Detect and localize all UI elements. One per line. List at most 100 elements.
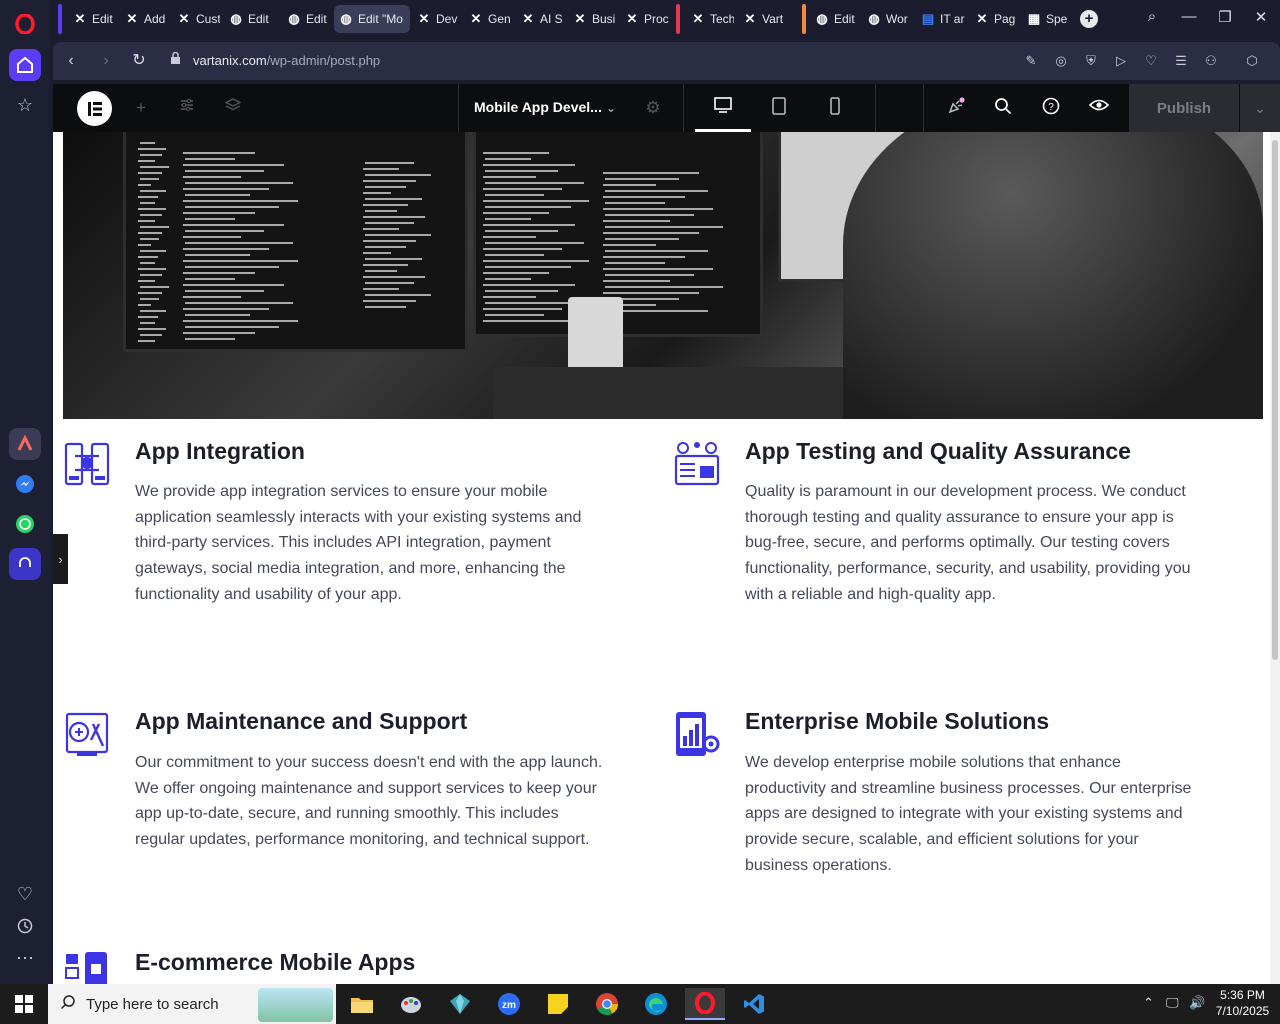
send-icon[interactable]: ▷ bbox=[1112, 52, 1130, 70]
code-line bbox=[483, 152, 549, 154]
adblock-shield-icon[interactable]: ⛨ bbox=[1082, 52, 1100, 70]
code-line bbox=[603, 268, 714, 270]
history-icon[interactable] bbox=[9, 910, 41, 942]
messenger-icon[interactable] bbox=[9, 468, 41, 500]
sticky-notes-icon[interactable] bbox=[538, 988, 578, 1020]
edit-page-icon[interactable]: ✎ bbox=[1022, 52, 1040, 70]
more-icon[interactable]: ⋯ bbox=[9, 942, 41, 974]
vscode-icon[interactable] bbox=[734, 988, 774, 1020]
publish-button[interactable]: Publish bbox=[1129, 84, 1239, 132]
browser-tab[interactable]: ▤ IT ar bbox=[916, 5, 966, 33]
globe-icon: ◍ bbox=[340, 11, 352, 26]
person-silhouette bbox=[843, 132, 1263, 419]
volume-icon[interactable]: 🔊 bbox=[1189, 995, 1205, 1011]
mobile-view-icon[interactable] bbox=[824, 97, 846, 119]
browser-tab[interactable]: ◍ Edit bbox=[224, 5, 276, 33]
browser-tab[interactable]: ✕ Cust bbox=[172, 5, 220, 33]
preview-eye-icon[interactable] bbox=[1088, 97, 1110, 119]
favorite-heart-icon[interactable]: ♡ bbox=[1142, 52, 1160, 70]
aria-icon[interactable] bbox=[9, 428, 41, 460]
music-player-icon[interactable] bbox=[9, 548, 41, 580]
code-line bbox=[605, 262, 665, 264]
browser-tab[interactable]: ◍ Edit bbox=[810, 5, 858, 33]
add-element-icon[interactable]: + bbox=[130, 97, 152, 119]
document-title[interactable]: Mobile App Devel... bbox=[474, 99, 602, 115]
system-clock[interactable]: 5:36 PM 7/10/2025 bbox=[1205, 987, 1280, 1019]
app-diamond-icon[interactable] bbox=[440, 988, 480, 1020]
code-line bbox=[363, 228, 400, 230]
code-line bbox=[140, 310, 166, 312]
code-line bbox=[185, 254, 250, 256]
browser-tab[interactable]: ✕ Proc bbox=[620, 5, 676, 33]
minimize-button[interactable]: — bbox=[1174, 8, 1204, 25]
forward-button[interactable]: › bbox=[96, 51, 116, 71]
scrollbar-thumb[interactable] bbox=[1272, 140, 1278, 660]
browser-tab[interactable]: ✕ Gen bbox=[464, 5, 512, 33]
back-button[interactable]: ‹ bbox=[61, 51, 81, 71]
code-line bbox=[365, 162, 414, 164]
url-field[interactable]: vartanix.com/wp-admin/post.php bbox=[193, 53, 380, 68]
windows-start-icon[interactable] bbox=[0, 984, 48, 1024]
reload-button[interactable]: ↻ bbox=[129, 51, 149, 71]
search-tabs-icon[interactable]: ⌕ bbox=[1137, 8, 1167, 25]
browser-tab[interactable]: ◍ Edit "Mo bbox=[334, 5, 410, 33]
close-window-button[interactable]: ✕ bbox=[1246, 8, 1276, 26]
camera-icon[interactable]: ◎ bbox=[1052, 52, 1070, 70]
chrome-icon[interactable] bbox=[587, 988, 627, 1020]
browser-tab[interactable]: ✕ Edit bbox=[68, 5, 116, 33]
structure-layers-icon[interactable] bbox=[222, 97, 244, 119]
code-line bbox=[183, 224, 284, 226]
opera-taskbar-icon[interactable] bbox=[685, 988, 725, 1020]
whatsapp-icon[interactable] bbox=[9, 508, 41, 540]
chevron-down-icon[interactable]: ⌄ bbox=[600, 97, 622, 119]
code-line bbox=[365, 246, 406, 248]
help-icon[interactable]: ? bbox=[1040, 97, 1062, 119]
code-line bbox=[140, 202, 155, 204]
new-tab-button[interactable]: + bbox=[1080, 10, 1098, 28]
code-line bbox=[365, 282, 414, 284]
home-icon[interactable] bbox=[9, 49, 41, 81]
opera-logo-icon[interactable] bbox=[9, 8, 41, 40]
search-icon[interactable] bbox=[992, 97, 1014, 119]
maximize-button[interactable]: ❐ bbox=[1210, 8, 1240, 26]
browser-tab[interactable]: ◍ Edit bbox=[282, 5, 330, 33]
panel-expand-chevron-icon[interactable]: › bbox=[53, 534, 68, 584]
publish-options-chevron-icon[interactable]: ⌄ bbox=[1240, 84, 1280, 132]
browser-tab[interactable]: ✕ Tech bbox=[686, 5, 734, 33]
tray-overflow-chevron-icon[interactable]: ⌃ bbox=[1143, 995, 1154, 1011]
browser-tab[interactable]: ✕ Dev bbox=[412, 5, 460, 33]
taskbar-search-box[interactable]: Type here to search bbox=[48, 984, 336, 1024]
code-line bbox=[485, 194, 545, 196]
paint-app-icon[interactable] bbox=[391, 988, 431, 1020]
desktop-view-icon[interactable] bbox=[712, 97, 734, 119]
network-icon[interactable]: 🖵 bbox=[1166, 995, 1179, 1011]
file-explorer-icon[interactable] bbox=[342, 988, 382, 1020]
code-line bbox=[483, 236, 536, 238]
tablet-view-icon[interactable] bbox=[768, 97, 790, 119]
code-line bbox=[185, 266, 279, 268]
maintenance-support-icon bbox=[65, 712, 109, 756]
browser-tab[interactable]: ✕ Vart bbox=[738, 5, 792, 33]
browser-tab[interactable]: ✕ AI S bbox=[516, 5, 564, 33]
zoom-app-icon[interactable]: zm bbox=[489, 988, 529, 1020]
code-line bbox=[485, 218, 532, 220]
browser-tab[interactable]: ✕ Add bbox=[120, 5, 168, 33]
browser-tab[interactable]: ✕ Busi bbox=[568, 5, 616, 33]
easy-setup-icon[interactable]: ☰ bbox=[1172, 52, 1190, 70]
elementor-x-icon: ✕ bbox=[126, 11, 138, 26]
star-icon[interactable]: ☆ bbox=[9, 89, 41, 121]
profile-icon[interactable]: ⚇ bbox=[1202, 52, 1220, 70]
extensions-cube-icon[interactable]: ⬡ bbox=[1243, 52, 1261, 70]
elementor-logo-icon[interactable] bbox=[77, 91, 112, 126]
code-line bbox=[363, 216, 425, 218]
notifications-icon[interactable] bbox=[945, 97, 967, 119]
browser-tab[interactable]: ▦ Spe bbox=[1022, 5, 1076, 33]
page-settings-gear-icon[interactable]: ⚙ bbox=[642, 97, 664, 119]
heart-icon[interactable]: ♡ bbox=[9, 878, 41, 910]
code-line bbox=[183, 260, 299, 262]
browser-tab[interactable]: ✕ Pag bbox=[970, 5, 1018, 33]
site-settings-icon[interactable] bbox=[176, 97, 198, 119]
edge-icon[interactable] bbox=[636, 988, 676, 1020]
browser-tab[interactable]: ◍ Wor bbox=[862, 5, 912, 33]
lock-icon[interactable] bbox=[166, 51, 184, 70]
